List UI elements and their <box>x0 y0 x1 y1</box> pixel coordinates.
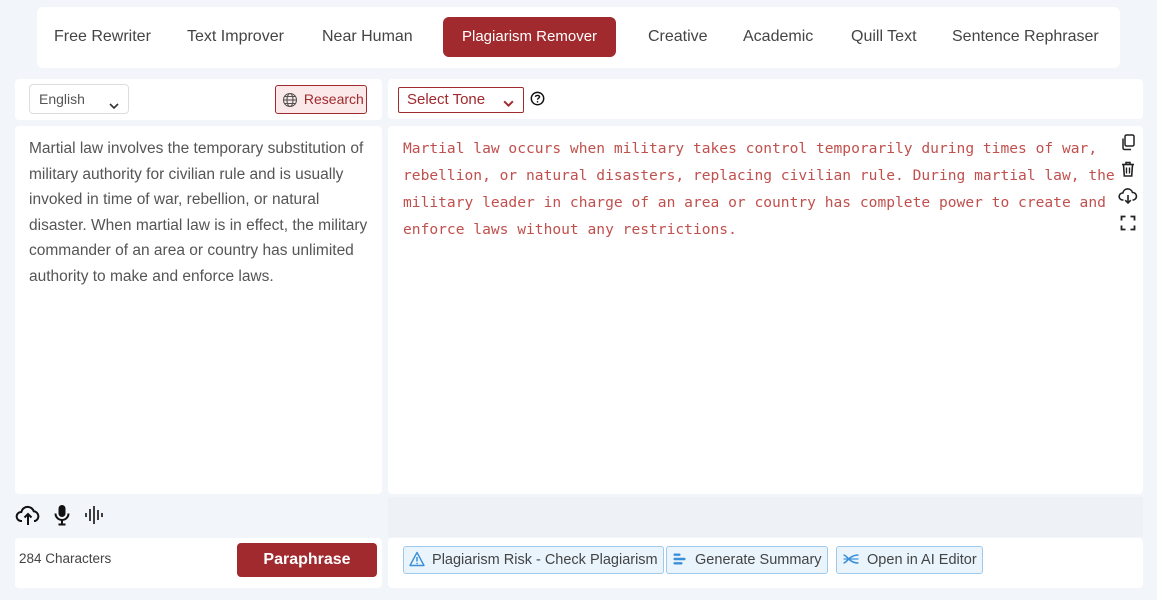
chevron-down-icon <box>108 93 120 121</box>
output-text[interactable]: Martial law occurs when military takes c… <box>403 135 1115 243</box>
open-ai-editor-button[interactable]: Open in AI Editor <box>836 546 983 574</box>
chevron-down-icon <box>502 94 515 118</box>
check-plagiarism-label: Plagiarism Risk - Check Plagiarism <box>432 552 658 568</box>
audio-wave-icon[interactable] <box>84 503 106 532</box>
copy-icon[interactable] <box>1117 133 1139 160</box>
tab-near-human[interactable]: Near Human <box>322 17 413 57</box>
summary-icon <box>672 552 695 568</box>
warning-icon <box>409 551 432 568</box>
output-side-toolbar <box>1117 133 1139 241</box>
check-plagiarism-button[interactable]: Plagiarism Risk - Check Plagiarism <box>403 546 664 574</box>
character-count: 284 Characters <box>19 551 112 566</box>
download-cloud-icon[interactable] <box>1117 187 1139 214</box>
output-editor: Martial law occurs when military takes c… <box>388 126 1143 494</box>
input-toolbar: English Research <box>15 79 382 120</box>
upload-cloud-icon[interactable] <box>15 503 41 532</box>
input-editor[interactable]: Martial law involves the temporary subst… <box>15 126 382 494</box>
tab-plagiarism-remover[interactable]: Plagiarism Remover <box>443 17 617 57</box>
fullscreen-icon[interactable] <box>1117 214 1139 241</box>
input-tools <box>15 503 113 531</box>
tab-text-improver[interactable]: Text Improver <box>187 17 284 57</box>
output-footer: Plagiarism Risk - Check Plagiarism Gener… <box>388 538 1143 588</box>
help-icon[interactable] <box>530 91 545 111</box>
tab-academic[interactable]: Academic <box>743 17 813 57</box>
input-text[interactable]: Martial law involves the temporary subst… <box>29 136 369 290</box>
output-toolbar: Select Tone <box>388 79 1143 119</box>
tab-sentence-rephraser[interactable]: Sentence Rephraser <box>952 17 1099 57</box>
language-select[interactable]: English <box>29 84 129 114</box>
mode-tabs: Free Rewriter Text Improver Near Human P… <box>37 7 1120 68</box>
research-label: Research <box>303 91 364 107</box>
tone-label: Select Tone <box>407 91 486 108</box>
editor-icon <box>842 552 867 568</box>
research-button[interactable]: Research <box>275 85 367 114</box>
output-footer-spacer <box>388 497 1143 537</box>
input-footer: 284 Characters Paraphrase <box>15 538 382 588</box>
paraphrase-button[interactable]: Paraphrase <box>237 543 377 577</box>
globe-icon <box>282 91 304 108</box>
generate-summary-label: Generate Summary <box>695 552 822 568</box>
trash-icon[interactable] <box>1117 160 1139 187</box>
tab-quill-text[interactable]: Quill Text <box>851 17 917 57</box>
microphone-icon[interactable] <box>52 503 72 532</box>
tab-free-rewriter[interactable]: Free Rewriter <box>54 17 151 57</box>
open-ai-editor-label: Open in AI Editor <box>867 552 977 568</box>
tab-creative[interactable]: Creative <box>648 17 708 57</box>
tone-select[interactable]: Select Tone <box>398 87 524 113</box>
generate-summary-button[interactable]: Generate Summary <box>666 546 828 574</box>
language-value: English <box>39 91 85 107</box>
